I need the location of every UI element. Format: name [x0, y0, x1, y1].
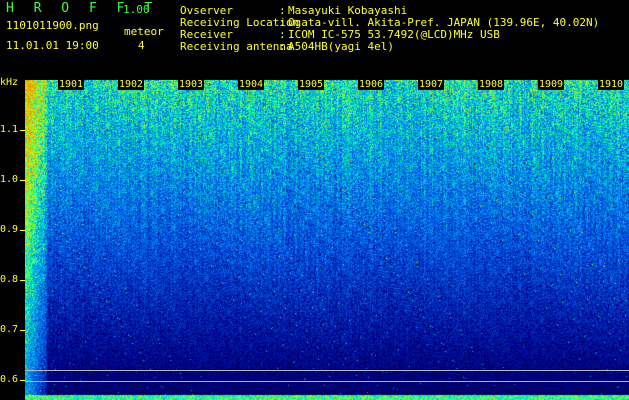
y-tick-mark	[20, 280, 25, 281]
app-version: 1.00	[123, 3, 150, 16]
y-tick-mark	[20, 230, 25, 231]
x-tick-1902: 1902	[118, 79, 145, 90]
x-tick-1904: 1904	[238, 79, 265, 90]
meteor-label: meteor	[124, 25, 164, 38]
x-tick-1910: 1910	[598, 79, 625, 90]
x-tick-1906: 1906	[358, 79, 385, 90]
x-tick-1903: 1903	[178, 79, 205, 90]
x-tick-1909: 1909	[538, 79, 565, 90]
antenna-value: A504HB(yagi 4el)	[288, 40, 394, 53]
x-tick-1908: 1908	[478, 79, 505, 90]
reference-line-lower	[25, 381, 629, 382]
y-tick-mark	[20, 330, 25, 331]
reference-line-upper	[25, 370, 629, 371]
file-name: 1101011900.png	[6, 19, 99, 32]
spectrogram-plot[interactable]	[25, 80, 629, 400]
antenna-label: Receiving antenna	[180, 40, 293, 53]
meteor-count: 4	[138, 39, 145, 52]
antenna-sep: :	[279, 40, 286, 53]
spectrogram-canvas[interactable]	[25, 80, 629, 400]
header-panel: H R O F F T 1.00 1101011900.png meteor 1…	[0, 0, 629, 78]
x-tick-1907: 1907	[418, 79, 445, 90]
frequency-axis: kHz 1.1 1.0 0.9 0.8 0.7 0.6	[0, 78, 25, 400]
y-tick-mark	[20, 180, 25, 181]
x-tick-1905: 1905	[298, 79, 325, 90]
x-tick-1901: 1901	[58, 79, 85, 90]
y-tick-mark	[20, 130, 25, 131]
y-axis-unit: kHz	[0, 77, 19, 88]
observation-datetime: 11.01.01 19:00	[6, 39, 99, 52]
